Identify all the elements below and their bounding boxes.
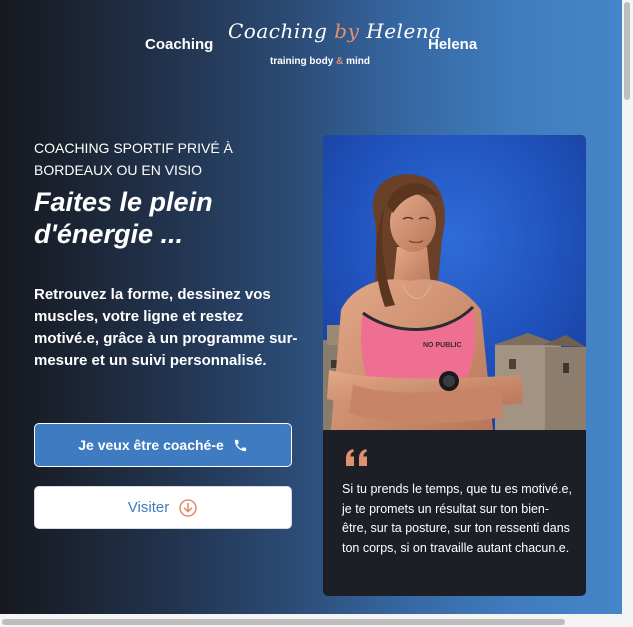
shirt-logo-text: NO PUBLIC — [423, 342, 462, 349]
coaching-cta-button[interactable]: Je veux être coaché-e — [34, 423, 292, 467]
vertical-scrollbar-thumb[interactable] — [624, 2, 630, 100]
quote-icon — [344, 448, 370, 473]
site-logo[interactable]: Coaching by Helena training body & mind — [228, 19, 442, 71]
coaching-cta-label: Je veux être coaché-e — [78, 437, 224, 453]
testimonial-quote: Si tu prends le temps, que tu es motivé.… — [342, 482, 572, 555]
horizontal-scrollbar-thumb[interactable] — [2, 619, 565, 625]
visit-button[interactable]: Visiter — [34, 486, 292, 529]
logo-script: Coaching by Helena — [228, 19, 442, 43]
phone-icon — [233, 438, 248, 453]
page: Coaching Coaching by Helena training bod… — [0, 0, 622, 614]
hero-eyebrow: COACHING SPORTIF PRIVÉ À BORDEAUX OU EN … — [34, 140, 233, 178]
hero-headline: Faites le plein d'énergie ... — [34, 187, 213, 249]
nav-link-helena[interactable]: Helena — [428, 36, 477, 53]
nav-link-coaching[interactable]: Coaching — [145, 36, 213, 53]
testimonial-card: NO PUBLIC Si tu prends le temps, que tu … — [323, 135, 586, 596]
coach-photo: NO PUBLIC — [323, 135, 586, 430]
logo-tagline: training body & mind — [269, 56, 370, 67]
hero-lead: Retrouvez la forme, dessinez vos muscles… — [34, 286, 298, 369]
arrow-down-circle-icon — [178, 498, 198, 518]
visit-button-label: Visiter — [127, 499, 170, 516]
